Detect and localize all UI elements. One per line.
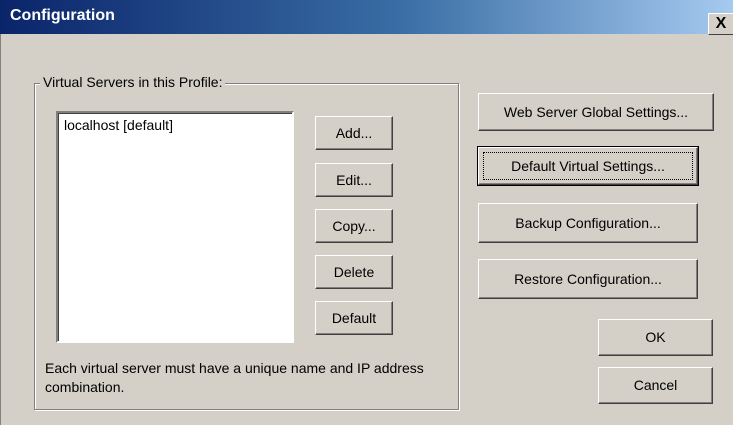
cancel-button-label: Cancel (633, 377, 678, 393)
copy-button-label: Copy... (332, 218, 376, 234)
ok-button[interactable]: OK (598, 319, 713, 356)
backup-configuration-label: Backup Configuration... (515, 215, 661, 231)
close-button[interactable]: X (708, 13, 733, 35)
web-server-global-settings-button[interactable]: Web Server Global Settings... (478, 93, 714, 131)
cancel-button[interactable]: Cancel (598, 367, 713, 404)
virtual-servers-list[interactable]: localhost [default] (56, 111, 294, 343)
delete-button-label: Delete (333, 264, 375, 280)
close-icon: X (715, 15, 727, 32)
group-label: Virtual Servers in this Profile: (40, 74, 226, 90)
restore-configuration-button[interactable]: Restore Configuration... (478, 259, 698, 299)
title-bar[interactable]: Configuration X (0, 0, 733, 35)
add-button[interactable]: Add... (315, 116, 393, 150)
delete-button[interactable]: Delete (315, 255, 393, 289)
configuration-dialog: Configuration X Virtual Servers in this … (0, 0, 733, 425)
focus-rect (483, 152, 693, 180)
default-button[interactable]: Default (315, 301, 393, 335)
window-title: Configuration (10, 7, 115, 24)
window-frame (0, 34, 6, 425)
backup-configuration-button[interactable]: Backup Configuration... (478, 203, 698, 243)
edit-button[interactable]: Edit... (315, 163, 393, 197)
ok-button-label: OK (645, 329, 666, 345)
default-button-label: Default (331, 310, 377, 326)
restore-configuration-label: Restore Configuration... (514, 271, 662, 287)
copy-button[interactable]: Copy... (315, 209, 393, 243)
edit-button-label: Edit... (336, 172, 372, 188)
list-item[interactable]: localhost [default] (58, 113, 292, 137)
web-server-global-settings-label: Web Server Global Settings... (503, 104, 689, 120)
add-button-label: Add... (335, 125, 373, 141)
default-virtual-settings-button[interactable]: Default Virtual Settings... (477, 146, 699, 186)
help-text: Each virtual server must have a unique n… (45, 360, 424, 395)
